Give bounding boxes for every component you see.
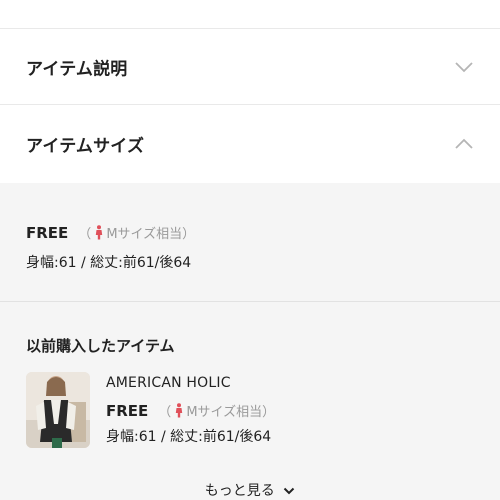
item-fit-close-paren: ） xyxy=(262,405,276,420)
purchase-history-title: 以前購入したアイテム xyxy=(26,337,175,355)
person-icon xyxy=(176,403,183,418)
size-name-row: FREE （ Mサイズ相当 ） xyxy=(26,223,195,243)
top-spacer xyxy=(0,0,500,29)
item-photo xyxy=(26,372,90,448)
size-name: FREE xyxy=(26,223,69,242)
item-measurements: 身幅:61 / 総丈:前61/後64 xyxy=(106,429,272,445)
chevron-up-icon xyxy=(455,138,473,149)
item-fit-label: Mサイズ相当 xyxy=(186,405,263,420)
fit-open-paren: （ xyxy=(78,227,92,242)
size-fit-note: （ Mサイズ相当 ） xyxy=(78,223,195,242)
accordion-title-size: アイテムサイズ xyxy=(26,136,145,157)
item-fit-open-paren: （ xyxy=(158,405,172,420)
size-fit-label: Mサイズ相当 xyxy=(106,227,183,242)
show-more-button[interactable]: もっと見る xyxy=(0,480,500,500)
item-size-row: FREE （ Mサイズ相当 ） xyxy=(106,401,275,421)
item-brand[interactable]: AMERICAN HOLIC xyxy=(106,375,231,391)
accordion-item-description[interactable]: アイテム説明 xyxy=(0,29,500,105)
item-thumbnail[interactable] xyxy=(26,372,90,448)
person-icon xyxy=(96,225,103,240)
item-fit-note: （ Mサイズ相当 ） xyxy=(158,401,275,420)
size-panel: FREE （ Mサイズ相当 ） 身幅:61 / 総丈:前61/後64 xyxy=(0,183,500,302)
show-more-label: もっと見る xyxy=(204,483,275,499)
purchase-history-section: 以前購入したアイテム AMERICAN HOLIC FREE （ Mサイズ相当 … xyxy=(0,302,500,500)
fit-close-paren: ） xyxy=(182,227,196,242)
accordion-item-size[interactable]: アイテムサイズ xyxy=(0,105,500,183)
accordion-title-description: アイテム説明 xyxy=(26,59,128,79)
chevron-down-icon xyxy=(284,487,295,495)
size-measurements: 身幅:61 / 総丈:前61/後64 xyxy=(26,255,192,271)
chevron-down-icon xyxy=(455,61,473,72)
item-size-name: FREE xyxy=(106,401,149,420)
